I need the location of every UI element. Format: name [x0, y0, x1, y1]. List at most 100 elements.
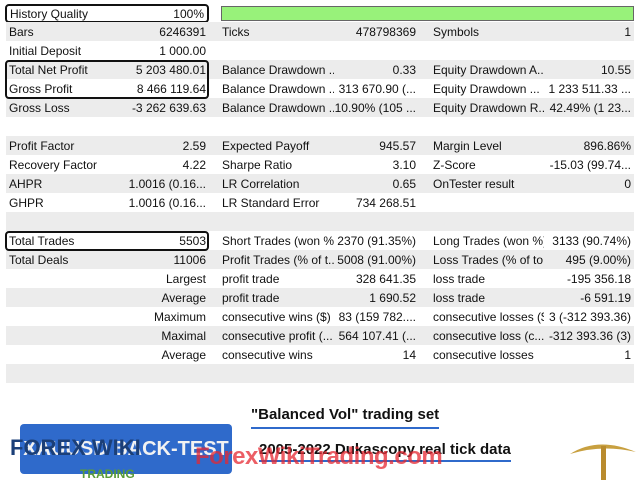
table-row: Gross Loss -3 262 639.63 Balance Drawdown … [6, 98, 634, 117]
table-row: Average profit trade 1 690.52 loss trade -6 … [6, 288, 634, 307]
forexwiki-logo-sub: TRADING [80, 467, 135, 481]
cell-value-2: 478798369 [355, 24, 416, 39]
cell-value-2: 5008 (91.00%) [337, 252, 416, 267]
cell-value-2: 1 690.52 [369, 290, 416, 305]
cell-value-2: 328 641.35 [355, 271, 416, 286]
cell-value-1: Maximal [161, 328, 206, 343]
table-row: Recovery Factor 4.22 Sharpe Ratio 3.10 Z-Sco… [6, 155, 634, 174]
table-row: Largest profit trade 328 641.35 loss trade -… [6, 269, 634, 288]
cell-label-3: consecutive loss (c... [433, 328, 544, 343]
cell-label-2: consecutive profit (... [222, 328, 333, 343]
cell-label-2: Balance Drawdown ... [222, 100, 334, 115]
cell-label-3: consecutive losses ($) [433, 309, 544, 324]
highlight-profit-box [5, 60, 209, 99]
forexwiki-logo: FOREX WIKI [10, 435, 141, 460]
cell-label-3: OnTester result [433, 176, 515, 191]
table-row: Initial Deposit 1 000.00 [6, 41, 634, 60]
cell-value-1: Maximum [153, 309, 206, 324]
cell-label-3: Margin Level [433, 138, 502, 153]
cell-value-3: 896.86% [583, 138, 631, 153]
cell-label-2: Expected Payoff [222, 138, 310, 153]
cell-value-2: 2370 (91.35%) [337, 233, 416, 248]
cell-label-2: Profit Trades (% of t... [222, 252, 334, 267]
cell-label-1: Gross Loss [9, 100, 70, 115]
table-row: Profit Factor 2.59 Expected Payoff 945.57 Ma… [6, 136, 634, 155]
cell-label-1: Bars [9, 24, 34, 39]
cell-label-3: Long Trades (won %) [433, 233, 544, 248]
table-row: Average consecutive wins 14 consecutive los… [6, 345, 634, 364]
table-row: Maximum consecutive wins ($) 83 (159 782..… [6, 307, 634, 326]
highlight-trades-box [5, 231, 209, 251]
cell-value-2: 83 (159 782.... [338, 309, 416, 324]
cell-label-1: AHPR [9, 176, 43, 191]
cell-value-2: 14 [402, 347, 416, 362]
cell-value-3: -6 591.19 [580, 290, 631, 305]
table-row: AHPR 1.0016 (0.16... LR Correlation 0.65 OnT… [6, 174, 634, 193]
history-quality-label: History Quality [10, 6, 89, 21]
cell-label-1: Total Deals [9, 252, 69, 267]
cell-label-3: consecutive losses [433, 347, 534, 362]
cell-value-2: 313 670.90 (... [338, 81, 416, 96]
cell-value-1: -3 262 639.63 [131, 100, 206, 115]
cell-label-3: loss trade [433, 290, 486, 305]
cell-label-1: GHPR [9, 195, 44, 210]
pickaxe-icon [570, 444, 636, 480]
trading-set-caption: "Balanced Vol" trading set [251, 406, 440, 429]
cell-label-3: Equity Drawdown A... [433, 62, 544, 77]
cell-value-3: -312 393.36 (3) [548, 328, 631, 343]
table-row: Total Deals 11006 Profit Trades (% of t...… [6, 250, 634, 269]
cell-value-2: 945.57 [379, 138, 416, 153]
cell-value-2: 0.65 [392, 176, 416, 191]
cell-value-3: 495 (9.00%) [565, 252, 631, 267]
table-row: Maximal consecutive profit (... 564 107.41… [6, 326, 634, 345]
cell-value-1: Largest [165, 271, 206, 286]
promo-banner: XAUUSD BACK-TEST FOREX WIKI TRADING "Bal… [0, 383, 640, 481]
cell-value-2: 10.90% (105 ... [334, 100, 416, 115]
cell-label-2: profit trade [222, 290, 280, 305]
cell-label-1: Profit Factor [9, 138, 75, 153]
cell-value-2: 564 107.41 (... [338, 328, 416, 343]
cell-value-3: 0 [624, 176, 631, 191]
cell-value-2: 0.33 [392, 62, 416, 77]
cell-label-2: Ticks [222, 24, 250, 39]
cell-value-3: 3133 (90.74%) [552, 233, 631, 248]
watermark: ForexWikiTrading.com [195, 443, 443, 470]
cell-label-3: Equity Drawdown ... [433, 81, 540, 96]
cell-label-3: loss trade [433, 271, 486, 286]
cell-label-3: Symbols [433, 24, 480, 39]
history-quality: History Quality 100% [5, 4, 209, 23]
table-row [6, 364, 634, 383]
table-row: Bars 6246391 Ticks 478798369 Symbols 1 [6, 22, 634, 41]
cell-value-3: -15.03 (99.74... [549, 157, 631, 172]
cell-label-2: Sharpe Ratio [222, 157, 293, 172]
table-row: GHPR 1.0016 (0.16... LR Standard Error 734 … [6, 193, 634, 212]
cell-value-1: 11006 [173, 252, 206, 267]
cell-label-2: Balance Drawdown ... [222, 81, 334, 96]
cell-value-2: 734 268.51 [355, 195, 416, 210]
cell-label-2: Short Trades (won %) [222, 233, 334, 248]
cell-value-2: 3.10 [392, 157, 416, 172]
cell-value-1: 1.0016 (0.16... [128, 195, 206, 210]
cell-label-2: LR Standard Error [222, 195, 320, 210]
cell-label-2: consecutive wins ($) [222, 309, 331, 324]
cell-value-1: Average [161, 290, 206, 305]
cell-value-3: 3 (-312 393.36) [548, 309, 631, 324]
cell-label-3: Z-Score [433, 157, 476, 172]
cell-value-3: 42.49% (1 23... [549, 100, 631, 115]
cell-label-1: Recovery Factor [9, 157, 98, 172]
cell-value-1: 2.59 [182, 138, 206, 153]
cell-value-1: 1.0016 (0.16... [128, 176, 206, 191]
cell-value-1: Average [161, 347, 206, 362]
cell-value-1: 4.22 [182, 157, 206, 172]
cell-label-2: Balance Drawdown ... [222, 62, 334, 77]
cell-label-2: consecutive wins [222, 347, 313, 362]
history-quality-bar [221, 6, 634, 21]
cell-value-1: 6246391 [159, 24, 206, 39]
cell-value-3: 1 [624, 347, 631, 362]
cell-label-2: LR Correlation [222, 176, 300, 191]
cell-label-1: Initial Deposit [9, 43, 82, 58]
cell-label-2: profit trade [222, 271, 280, 286]
cell-value-3: 1 233 511.33 ... [548, 81, 631, 96]
cell-label-3: Loss Trades (% of to... [433, 252, 544, 267]
cell-label-3: Equity Drawdown R... [433, 100, 544, 115]
